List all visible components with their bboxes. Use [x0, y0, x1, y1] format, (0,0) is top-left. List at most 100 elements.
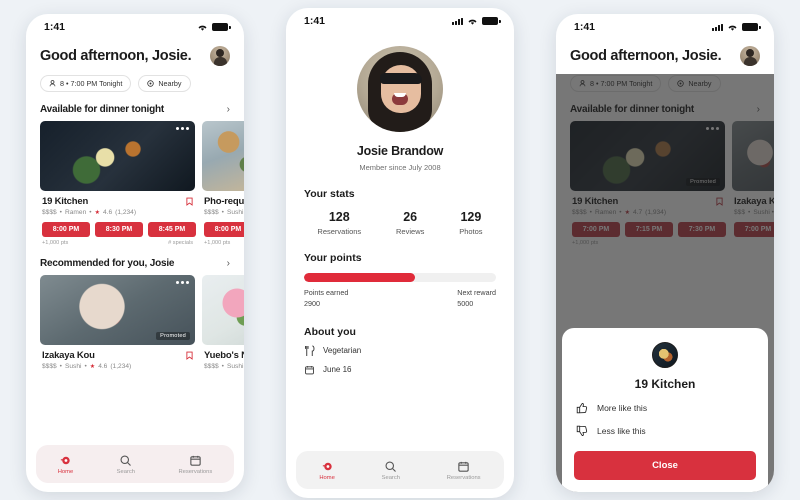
cuisine-type: Sushi: [64, 363, 82, 370]
next-reward-value: 5000: [457, 298, 474, 308]
time-slot-button[interactable]: 8:45 PM: [148, 222, 196, 237]
home-icon: [60, 456, 70, 464]
less-like-this-option[interactable]: Less like this: [562, 414, 768, 437]
izakaya-dish-photo[interactable]: Promoted: [40, 275, 195, 345]
stat-label: Reservations: [317, 227, 362, 236]
review-count: (1,234): [115, 209, 137, 216]
restaurant-name-row: 19 Kitchen: [40, 191, 195, 207]
close-button[interactable]: Close: [574, 451, 756, 480]
nav-item-reservations[interactable]: Reservations: [178, 454, 212, 475]
cellular-signal-icon: [452, 17, 463, 25]
review-count: (1,234): [110, 363, 132, 370]
cuisine-type: Sushi •: [226, 363, 244, 370]
rating-value: 4.6: [102, 209, 113, 216]
nav-label: Reservations: [446, 474, 481, 481]
greeting-text: Good afternoon, Josie.: [570, 48, 722, 64]
avatar-mouth: [392, 93, 408, 105]
restaurant-rail-recommended[interactable]: Promoted Izakaya Kou $$$$ • Sushi • ★ 4.…: [26, 275, 244, 370]
points-earned-label: Points earned: [304, 288, 349, 297]
cutlery-icon: [305, 345, 315, 356]
search-icon: [385, 460, 397, 472]
price-level: $$$$: [42, 209, 57, 216]
nearby-chip[interactable]: Nearby: [138, 75, 191, 92]
about-section-title: About you: [304, 325, 356, 338]
chevron-right-icon[interactable]: ›: [227, 104, 230, 115]
restaurant-name-row: Pho-reque: [202, 191, 244, 207]
user-avatar[interactable]: [740, 46, 760, 66]
chevron-right-icon[interactable]: ›: [227, 258, 230, 269]
section-title: Available for dinner tonight: [40, 104, 165, 115]
calendar-icon: [458, 461, 469, 472]
wifi-icon: [198, 25, 207, 31]
restaurant-name: Izakaya Kou: [42, 350, 95, 361]
specials-note: # specials: [168, 240, 193, 246]
restaurant-card[interactable]: 19 Kitchen $$$$ • Ramen • ★ 4.6 (1,234) …: [40, 121, 196, 246]
stats-row: 128 Reservations 26 Reviews 129 Photos: [286, 200, 514, 236]
star-icon: ★: [94, 210, 100, 216]
bookmark-icon[interactable]: [186, 351, 193, 360]
time-slot-button[interactable]: 8:00 PM: [42, 222, 90, 237]
price-level: $$$$: [204, 363, 219, 370]
nav-item-search[interactable]: Search: [382, 460, 400, 481]
slot-notes: +1,000 pts # specials: [40, 237, 195, 246]
thumbs-down-icon: [576, 425, 588, 437]
wifi-icon: [728, 25, 737, 31]
party-time-chip[interactable]: 8 • 7:00 PM Tonight: [40, 75, 132, 92]
restaurant-card[interactable]: Pho-reque $$$$ • Sushi • 8:00 PM +1,000 …: [202, 121, 244, 246]
more-like-this-option[interactable]: More like this: [562, 391, 768, 414]
profile-name: Josie Brandow: [356, 144, 444, 158]
nav-item-reservations[interactable]: Reservations: [447, 460, 481, 481]
nav-label: Reservations: [178, 468, 213, 475]
restaurant-rail-dinner[interactable]: 19 Kitchen $$$$ • Ramen • ★ 4.6 (1,234) …: [26, 121, 244, 246]
about-item-birthday: June 16: [286, 357, 514, 376]
stat-value: 129: [460, 210, 482, 224]
more-options-icon[interactable]: [176, 281, 189, 284]
home-header: Good afternoon, Josie.: [26, 40, 244, 66]
stat-reviews: 26 Reviews: [396, 210, 424, 236]
flower-plate-photo[interactable]: [202, 275, 244, 345]
restaurant-meta: $$$$ • Sushi •: [202, 207, 244, 216]
section-header-recommended: Recommended for you, Josie ›: [26, 246, 244, 275]
status-bar: 1:41: [286, 8, 514, 34]
battery-icon: [482, 17, 501, 25]
restaurant-name-row: Izakaya Kou: [40, 345, 195, 361]
profile-photo[interactable]: [357, 46, 443, 132]
stat-photos: 129 Photos: [459, 210, 482, 236]
bottom-navigation: Home Search Reservations: [296, 451, 504, 489]
user-avatar[interactable]: [210, 46, 230, 66]
status-bar: 1:41: [26, 14, 244, 40]
nav-item-home[interactable]: Home: [319, 460, 335, 481]
greeting-text: Good afternoon, Josie.: [40, 48, 192, 64]
bottom-navigation: Home Search Reservations: [36, 445, 234, 483]
promoted-badge: Promoted: [156, 332, 190, 340]
person-icon: [49, 80, 56, 87]
restaurant-card[interactable]: Promoted Izakaya Kou $$$$ • Sushi • ★ 4.…: [40, 275, 195, 370]
points-labels: Points earned 2900 Next reward 5000: [286, 282, 514, 310]
home-icon: [322, 462, 332, 470]
restaurant-meta: $$$$ • Ramen • ★ 4.6 (1,234): [42, 209, 137, 216]
avocado-toast-photo[interactable]: [202, 121, 244, 191]
time-slot-button[interactable]: 8:00 PM: [204, 222, 244, 237]
points-earned-value: 2900: [304, 298, 320, 308]
nav-item-search[interactable]: Search: [117, 454, 135, 475]
time-slot-button[interactable]: 8:30 PM: [95, 222, 143, 237]
slot-notes: +1,000 pts: [202, 237, 244, 246]
nav-label: Search: [381, 474, 400, 481]
restaurant-logo: [652, 342, 678, 368]
more-options-icon[interactable]: [176, 127, 189, 130]
cellular-signal-icon: [712, 23, 723, 31]
phone-action-sheet-screen: 1:41 Good afternoon, Josie. 8 • 7:00 PM …: [556, 14, 774, 492]
nav-item-home[interactable]: Home: [58, 454, 73, 475]
drag-handle[interactable]: [648, 331, 682, 334]
bookmark-icon[interactable]: [186, 197, 193, 206]
thumbs-up-icon: [576, 402, 588, 414]
ramen-bowl-photo[interactable]: [40, 121, 195, 191]
status-bar: 1:41: [556, 14, 774, 40]
stats-section-title: Your stats: [304, 188, 355, 200]
profile-header: Josie Brandow Member since July 2008: [286, 34, 514, 172]
restaurant-card[interactable]: Yuebo's N $$$$ • Sushi •: [202, 275, 244, 370]
action-sheet: 19 Kitchen More like this Less like this…: [562, 328, 768, 492]
points-progress-bar: [304, 273, 496, 282]
stat-reservations: 128 Reservations: [317, 210, 361, 236]
time-slot-row: 8:00 PM: [202, 216, 244, 237]
